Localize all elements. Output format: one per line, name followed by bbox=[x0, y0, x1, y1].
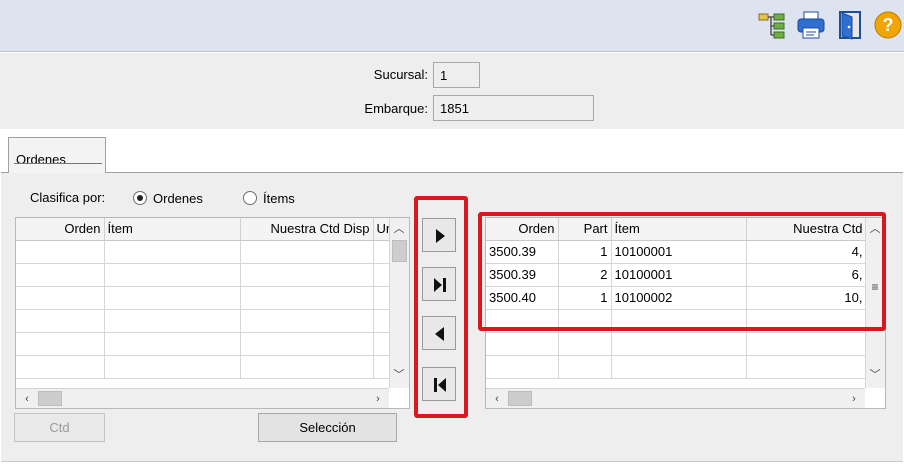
scroll-up-icon[interactable]: ︿ bbox=[866, 220, 884, 238]
move-left-button[interactable] bbox=[422, 316, 456, 350]
skip-right-icon bbox=[434, 278, 446, 292]
cell-item: 10100001 bbox=[611, 240, 747, 264]
table-row[interactable]: 3500.40 1 10100002 10, bbox=[486, 286, 867, 310]
printer-icon[interactable] bbox=[795, 9, 827, 41]
cell-nuestra-ctd: 10, bbox=[746, 286, 867, 310]
cell-orden: 3500.39 bbox=[486, 263, 559, 287]
left-grid-horizontal-scrollbar[interactable]: ‹ › bbox=[16, 388, 389, 408]
exit-door-icon[interactable] bbox=[834, 9, 866, 41]
right-grid-horizontal-scrollbar[interactable]: ‹ › bbox=[486, 388, 865, 408]
embarque-field[interactable]: 1851 bbox=[433, 95, 594, 121]
cell-part: 2 bbox=[558, 263, 612, 287]
ctd-button[interactable]: Ctd bbox=[14, 413, 105, 442]
left-grid-vertical-scrollbar[interactable]: ︿ ﹀ bbox=[389, 218, 409, 388]
svg-text:?: ? bbox=[883, 15, 894, 35]
cell-nuestra-ctd: 6, bbox=[746, 263, 867, 287]
table-row[interactable]: 3500.39 2 10100001 6, bbox=[486, 263, 867, 287]
cell-nuestra-ctd: 4, bbox=[746, 240, 867, 264]
help-icon[interactable]: ? bbox=[872, 9, 904, 41]
cell-orden: 3500.39 bbox=[486, 240, 559, 264]
left-grid-header: Orden Ítem Nuestra Ctd Disp Ur bbox=[16, 218, 392, 241]
move-right-button[interactable] bbox=[422, 218, 456, 252]
column-header-orden[interactable]: Orden bbox=[486, 218, 559, 241]
scroll-left-icon[interactable]: ‹ bbox=[18, 390, 36, 408]
scroll-right-icon[interactable]: › bbox=[369, 390, 387, 408]
scroll-up-icon[interactable]: ︿ bbox=[390, 220, 408, 238]
table-row[interactable] bbox=[16, 309, 392, 333]
scroll-thumb[interactable] bbox=[392, 240, 407, 262]
move-all-left-button[interactable] bbox=[422, 367, 456, 401]
right-grid-header: Orden Part Ítem Nuestra Ctd bbox=[486, 218, 867, 241]
table-row[interactable] bbox=[486, 332, 867, 356]
left-grid: Orden Ítem Nuestra Ctd Disp Ur ︿ ﹀ ‹ › bbox=[15, 217, 410, 409]
tab-focus-line bbox=[14, 163, 102, 164]
column-header-nuestra-ctd[interactable]: Nuestra Ctd bbox=[746, 218, 867, 241]
embarque-label: Embarque: bbox=[364, 101, 428, 116]
scroll-down-icon[interactable]: ﹀ bbox=[390, 366, 408, 384]
table-row[interactable] bbox=[16, 286, 392, 310]
table-row[interactable] bbox=[16, 263, 392, 287]
radio-items[interactable] bbox=[243, 191, 257, 205]
cell-part: 1 bbox=[558, 286, 612, 310]
column-header-nuestra-ctd-disp[interactable]: Nuestra Ctd Disp bbox=[240, 218, 374, 241]
column-header-item[interactable]: Ítem bbox=[611, 218, 747, 241]
seleccion-button[interactable]: Selección bbox=[258, 413, 397, 442]
play-left-icon bbox=[435, 327, 444, 341]
cell-item: 10100001 bbox=[611, 263, 747, 287]
scroll-thumb[interactable] bbox=[38, 391, 62, 406]
radio-ordenes-label: Ordenes bbox=[153, 191, 203, 206]
sucursal-field[interactable]: 1 bbox=[433, 62, 480, 88]
tree-hierarchy-icon[interactable] bbox=[756, 9, 788, 41]
play-right-icon bbox=[436, 229, 445, 243]
radio-items-label: Ítems bbox=[263, 191, 295, 206]
classify-label: Clasifica por: bbox=[30, 190, 106, 205]
toolbar: ? bbox=[0, 0, 904, 52]
right-grid-vertical-scrollbar[interactable]: ︿ ≡ ﹀ bbox=[865, 218, 885, 388]
cell-orden: 3500.40 bbox=[486, 286, 559, 310]
column-header-item[interactable]: Ítem bbox=[104, 218, 241, 241]
table-row[interactable] bbox=[16, 332, 392, 356]
table-row[interactable] bbox=[16, 240, 392, 264]
tab-ordenes-label: Ordenes bbox=[16, 152, 66, 167]
table-row[interactable] bbox=[486, 355, 867, 379]
radio-ordenes[interactable] bbox=[133, 191, 147, 205]
table-row[interactable] bbox=[16, 355, 392, 379]
table-row[interactable]: 3500.39 1 10100001 4, bbox=[486, 240, 867, 264]
skip-left-icon bbox=[434, 378, 446, 392]
right-grid: Orden Part Ítem Nuestra Ctd 3500.39 1 10… bbox=[485, 217, 886, 409]
scroll-right-icon[interactable]: › bbox=[845, 390, 863, 408]
tab-ordenes[interactable]: Ordenes bbox=[8, 137, 106, 173]
move-all-right-button[interactable] bbox=[422, 267, 456, 301]
column-header-part[interactable]: Part bbox=[558, 218, 612, 241]
sucursal-label: Sucursal: bbox=[373, 67, 428, 82]
cell-part: 1 bbox=[558, 240, 612, 264]
scroll-down-icon[interactable]: ﹀ bbox=[866, 366, 884, 384]
table-row[interactable] bbox=[486, 309, 867, 333]
scroll-grip-icon[interactable]: ≡ bbox=[866, 278, 884, 296]
scroll-left-icon[interactable]: ‹ bbox=[488, 390, 506, 408]
scroll-thumb[interactable] bbox=[508, 391, 532, 406]
header-area: Sucursal: 1 Embarque: 1851 bbox=[0, 53, 904, 129]
column-header-orden[interactable]: Orden bbox=[16, 218, 105, 241]
cell-item: 10100002 bbox=[611, 286, 747, 310]
